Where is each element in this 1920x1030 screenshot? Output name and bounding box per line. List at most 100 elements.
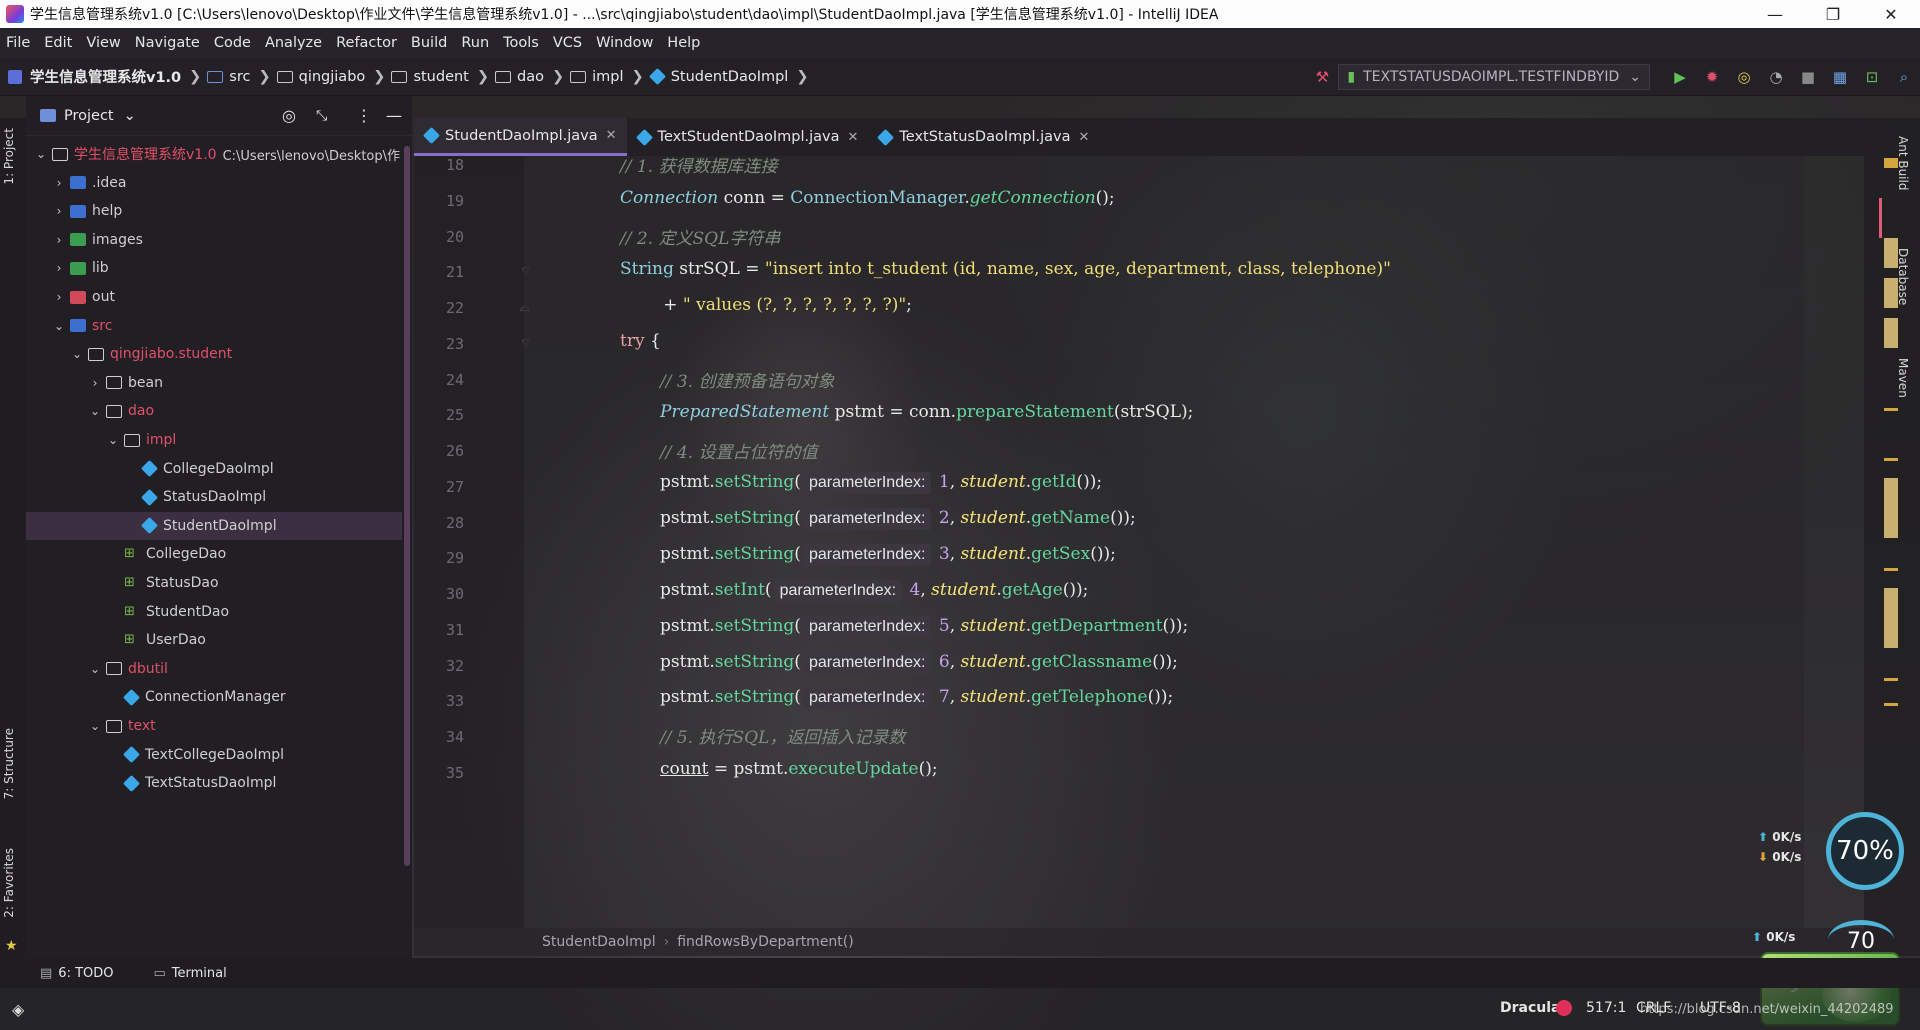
tree-item-textstatusdaoimpl[interactable]: TextStatusDaoImpl — [26, 769, 402, 797]
breadcrumb-method[interactable]: findRowsByDepartment() — [677, 934, 854, 950]
tab-textstudentdaoimpl[interactable]: TextStudentDaoImpl.java ✕ — [627, 118, 869, 156]
tree-item-connectionmanager[interactable]: ConnectionManager — [26, 683, 402, 711]
code-line-28: pstmt.setString(parameterIndex: 2, stude… — [660, 508, 1136, 530]
locate-icon[interactable]: ◎ — [282, 106, 296, 125]
menu-refactor[interactable]: Refactor — [336, 35, 397, 51]
tree-item-v1-0[interactable]: ⌄ 学生信息管理系统v1.0 C:\Users\lenovo\Desktop\作 — [26, 140, 402, 168]
theme-label[interactable]: Dracula — [1500, 1000, 1560, 1016]
terminal-tool-button[interactable]: ▭ Terminal — [154, 966, 227, 981]
debug-icon[interactable]: ✹ — [1703, 68, 1721, 86]
structure-tool-button[interactable]: 7: Structure — [2, 728, 16, 799]
tree-item-out[interactable]: › out — [26, 283, 402, 311]
favorites-tool-button[interactable]: 2: Favorites — [2, 848, 16, 918]
chevron-down-icon[interactable]: ⌄ — [52, 319, 66, 333]
breadcrumb-src[interactable]: src ❯ — [207, 69, 271, 85]
close-tab-icon[interactable]: ✕ — [606, 128, 617, 143]
restore-button[interactable]: ❐ — [1804, 5, 1862, 24]
menu-vcs[interactable]: VCS — [553, 35, 582, 51]
tree-item-dbutil[interactable]: ⌄ dbutil — [26, 655, 402, 683]
chevron-right-icon[interactable]: › — [52, 233, 66, 247]
tree-item-label: dao — [128, 403, 155, 420]
tree-item-images[interactable]: › images — [26, 226, 402, 254]
menu-build[interactable]: Build — [411, 35, 447, 51]
chevron-down-icon[interactable]: ⌄ — [88, 404, 102, 418]
chevron-down-icon[interactable]: ⌄ — [88, 662, 102, 676]
menu-analyze[interactable]: Analyze — [265, 35, 322, 51]
menu-run[interactable]: Run — [461, 35, 489, 51]
profile-icon[interactable]: ◔ — [1767, 68, 1785, 86]
chevron-right-icon[interactable]: › — [52, 261, 66, 275]
breadcrumb-qingjiabo[interactable]: qingjiabo ❯ — [276, 69, 385, 85]
menu-navigate[interactable]: Navigate — [135, 35, 200, 51]
project-structure-icon[interactable]: ▦ — [1831, 68, 1849, 86]
collapse-all-icon[interactable]: ⤡ — [316, 108, 327, 124]
search-icon[interactable]: ⌕ — [1895, 68, 1913, 86]
terminal-icon[interactable]: ⊡ — [1863, 68, 1881, 86]
tree-scrollbar[interactable] — [404, 146, 410, 866]
menu-edit[interactable]: Edit — [44, 35, 72, 51]
menu-file[interactable]: File — [6, 35, 30, 51]
breadcrumb-class[interactable]: StudentDaoImpl ❯ — [648, 68, 809, 85]
menu-code[interactable]: Code — [214, 35, 251, 51]
event-log-icon[interactable]: ◈ — [12, 1000, 24, 1019]
tree-item-textcollegedaoimpl[interactable]: TextCollegeDaoImpl — [26, 741, 402, 769]
tree-item-collegedaoimpl[interactable]: CollegeDaoImpl — [26, 455, 402, 483]
breadcrumb-project[interactable]: 学生信息管理系统v1.0 ❯ — [8, 66, 201, 87]
tree-item-bean[interactable]: › bean — [26, 369, 402, 397]
breadcrumb-class[interactable]: StudentDaoImpl — [542, 934, 656, 950]
tree-item-studentdao[interactable]: ⊞ StudentDao — [26, 598, 402, 626]
tree-item-dao[interactable]: ⌄ dao — [26, 397, 402, 425]
chevron-down-icon[interactable]: ⌄ — [34, 147, 48, 161]
tree-item-impl[interactable]: ⌄ impl — [26, 426, 402, 454]
close-button[interactable]: ✕ — [1862, 5, 1920, 24]
chevron-right-icon[interactable]: › — [52, 290, 66, 304]
error-stripe[interactable] — [1872, 158, 1898, 718]
chevron-right-icon[interactable]: › — [52, 204, 66, 218]
tree-item-src[interactable]: ⌄ src — [26, 312, 402, 340]
menu-window[interactable]: Window — [596, 35, 653, 51]
coverage-icon[interactable]: ◎ — [1735, 68, 1753, 86]
build-hammer-icon[interactable]: ⚒ — [1313, 68, 1331, 86]
tab-studentdaoimpl[interactable]: StudentDaoImpl.java ✕ — [414, 118, 627, 156]
tree-item-collegedao[interactable]: ⊞ CollegeDao — [26, 540, 402, 568]
stop-icon[interactable]: ■ — [1799, 68, 1817, 86]
close-tab-icon[interactable]: ✕ — [848, 130, 859, 145]
run-configuration-select[interactable]: ▮ TEXTSTATUSDAOIMPL.TESTFINDBYID ⌄ — [1338, 64, 1650, 90]
tree-item-statusdaoimpl[interactable]: StatusDaoImpl — [26, 483, 402, 511]
tree-item-userdao[interactable]: ⊞ UserDao — [26, 626, 402, 654]
close-tab-icon[interactable]: ✕ — [1078, 130, 1089, 145]
code-editor[interactable]: // 1. 获得数据库连接 Connection conn = Connecti… — [524, 156, 1804, 928]
chevron-down-icon[interactable]: ⌄ — [70, 347, 84, 361]
chevron-right-icon[interactable]: › — [52, 176, 66, 190]
tree-item-qingjiabo-student[interactable]: ⌄ qingjiabo.student — [26, 340, 402, 368]
maven-tool-button[interactable]: Maven — [1896, 358, 1910, 398]
run-icon[interactable]: ▶ — [1671, 68, 1689, 86]
tree-item-idea[interactable]: › .idea — [26, 169, 402, 197]
chevron-down-icon[interactable]: ⌄ — [124, 108, 136, 124]
chevron-right-icon[interactable]: › — [88, 376, 102, 390]
hide-panel-icon[interactable]: — — [386, 106, 402, 125]
menu-help[interactable]: Help — [667, 35, 700, 51]
caret-position[interactable]: 517:1 — [1586, 1000, 1626, 1016]
project-tool-button[interactable]: 1: Project — [2, 128, 16, 185]
project-view-select[interactable]: Project — [64, 108, 114, 124]
ant-build-tool-button[interactable]: Ant Build — [1896, 136, 1910, 190]
breadcrumb-student[interactable]: student ❯ — [391, 69, 489, 85]
tree-item-help[interactable]: › help — [26, 197, 402, 225]
minimize-button[interactable]: — — [1746, 5, 1804, 24]
todo-tool-button[interactable]: ▤ 6: TODO — [40, 966, 114, 981]
tree-item-studentdaoimpl[interactable]: StudentDaoImpl — [26, 511, 402, 540]
more-options-icon[interactable]: ⋮ — [356, 106, 372, 125]
chevron-down-icon[interactable]: ⌄ — [88, 719, 102, 733]
chevron-down-icon[interactable]: ⌄ — [106, 433, 120, 447]
tab-textstatusdaoimpl[interactable]: TextStatusDaoImpl.java ✕ — [868, 118, 1099, 156]
menu-view[interactable]: View — [86, 35, 120, 51]
tree-item-lib[interactable]: › lib — [26, 254, 402, 282]
breadcrumb-impl[interactable]: impl ❯ — [570, 69, 644, 85]
editor-gutter[interactable]: 18 19 20 21 22 23 24 25 26 27 28 29 30 3… — [414, 156, 531, 928]
database-tool-button[interactable]: Database — [1896, 248, 1910, 305]
menu-tools[interactable]: Tools — [503, 35, 539, 51]
tree-item-statusdao[interactable]: ⊞ StatusDao — [26, 569, 402, 597]
breadcrumb-dao[interactable]: dao ❯ — [495, 69, 564, 85]
tree-item-text[interactable]: ⌄ text — [26, 712, 402, 740]
